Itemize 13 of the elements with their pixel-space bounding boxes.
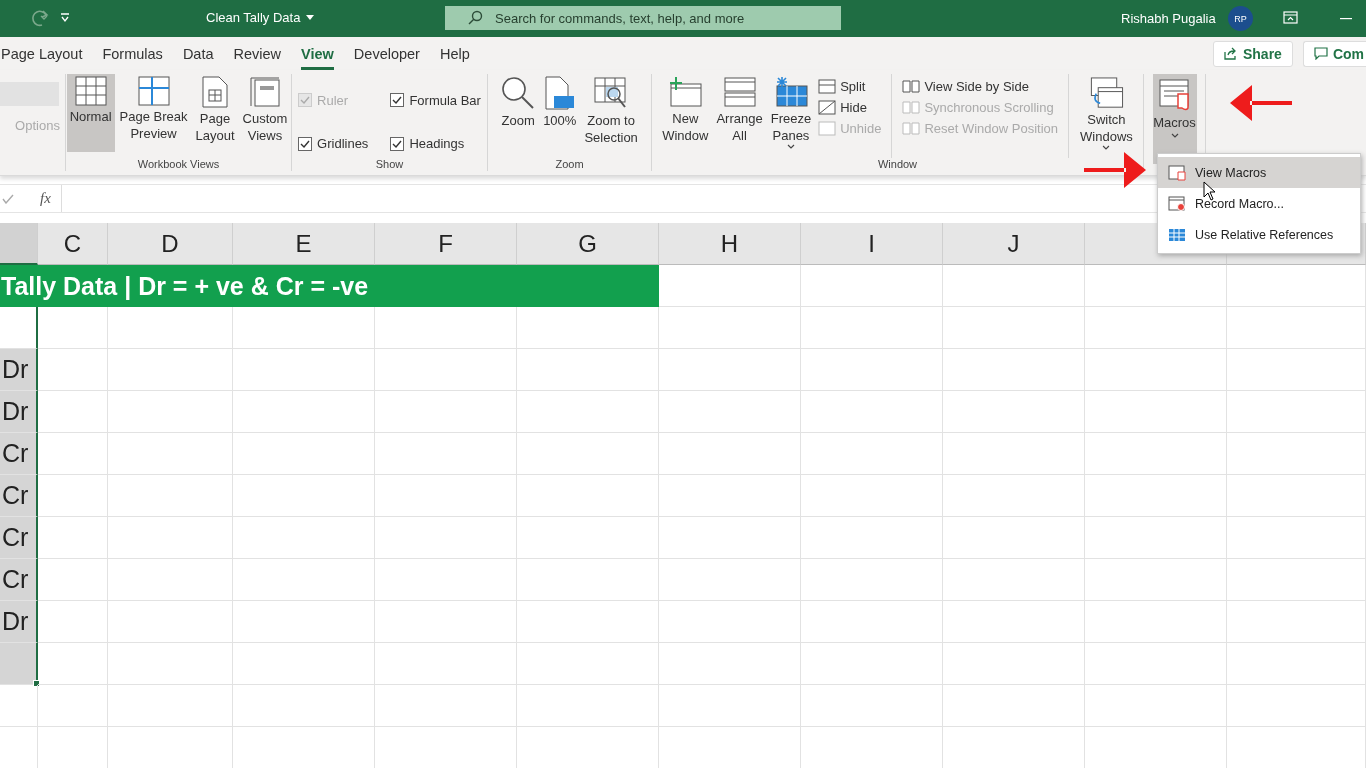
table-cell: Dr	[0, 349, 38, 391]
user-name: Rishabh Pugalia	[1121, 11, 1216, 26]
group-label: Show	[375, 158, 404, 171]
table-cell: Dr	[0, 601, 38, 643]
group-label: Workbook Views	[137, 158, 220, 171]
group-label: Zoom	[555, 158, 584, 171]
table-cell: Dr	[0, 391, 38, 433]
table-cell: Cr	[0, 517, 38, 559]
title-cell: Tally Data | Dr = + ve & Cr = -ve	[0, 265, 659, 307]
table-cell: Cr	[0, 475, 38, 517]
table-cell: Cr	[0, 559, 38, 601]
table-cell: Cr	[0, 433, 38, 475]
group-label: Window	[877, 158, 918, 171]
